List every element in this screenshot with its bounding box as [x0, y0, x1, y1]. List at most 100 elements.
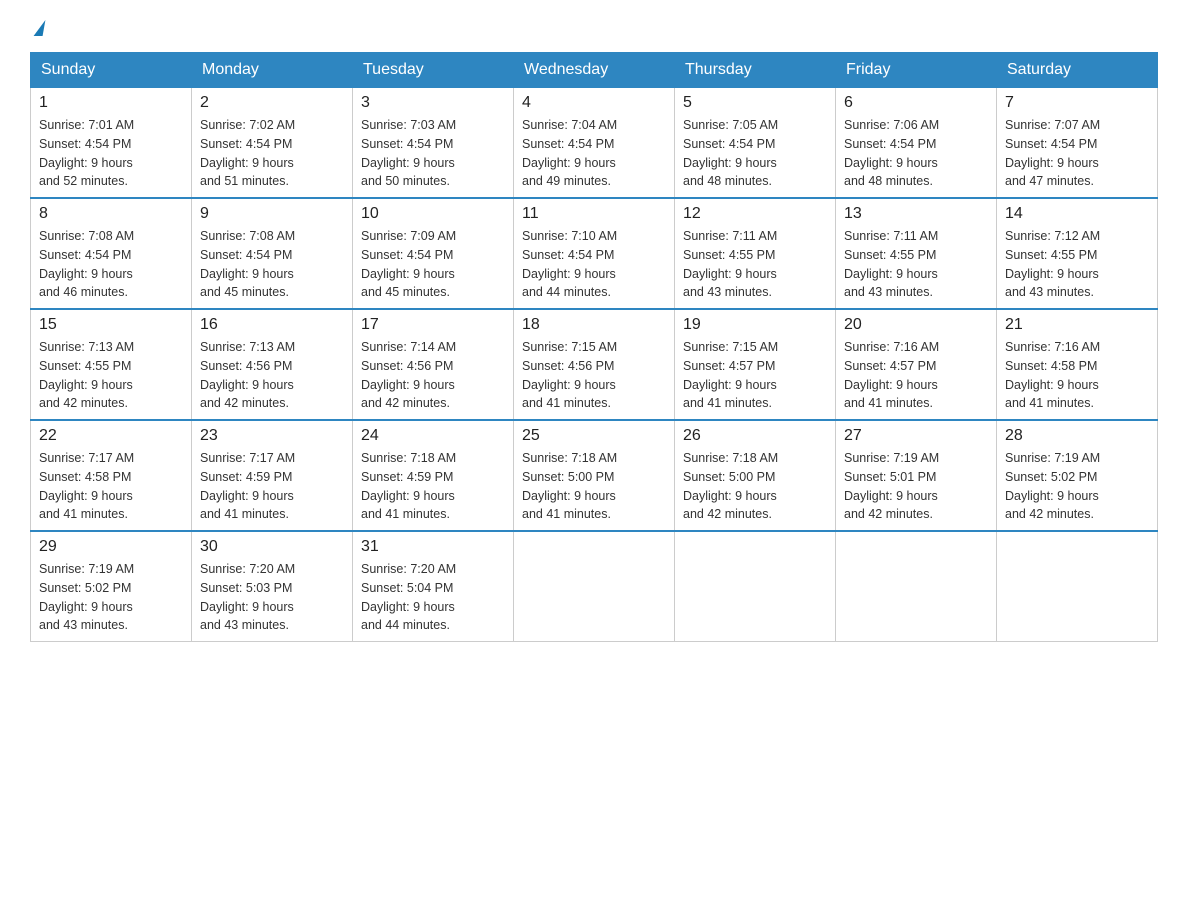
- day-number: 9: [200, 205, 344, 223]
- day-info: Sunrise: 7:14 AM Sunset: 4:56 PM Dayligh…: [361, 338, 505, 413]
- day-number: 12: [683, 205, 827, 223]
- day-number: 7: [1005, 94, 1149, 112]
- day-number: 16: [200, 316, 344, 334]
- calendar-cell: 1 Sunrise: 7:01 AM Sunset: 4:54 PM Dayli…: [31, 88, 192, 199]
- calendar-cell: 24 Sunrise: 7:18 AM Sunset: 4:59 PM Dayl…: [353, 420, 514, 531]
- calendar-cell: 21 Sunrise: 7:16 AM Sunset: 4:58 PM Dayl…: [997, 309, 1158, 420]
- day-number: 6: [844, 94, 988, 112]
- day-info: Sunrise: 7:18 AM Sunset: 4:59 PM Dayligh…: [361, 449, 505, 524]
- calendar-week-5: 29 Sunrise: 7:19 AM Sunset: 5:02 PM Dayl…: [31, 531, 1158, 642]
- day-info: Sunrise: 7:13 AM Sunset: 4:56 PM Dayligh…: [200, 338, 344, 413]
- day-number: 1: [39, 94, 183, 112]
- calendar-cell: 3 Sunrise: 7:03 AM Sunset: 4:54 PM Dayli…: [353, 88, 514, 199]
- day-info: Sunrise: 7:11 AM Sunset: 4:55 PM Dayligh…: [683, 227, 827, 302]
- calendar-cell: 12 Sunrise: 7:11 AM Sunset: 4:55 PM Dayl…: [675, 198, 836, 309]
- day-number: 25: [522, 427, 666, 445]
- day-number: 5: [683, 94, 827, 112]
- day-number: 17: [361, 316, 505, 334]
- calendar-week-1: 1 Sunrise: 7:01 AM Sunset: 4:54 PM Dayli…: [31, 88, 1158, 199]
- day-info: Sunrise: 7:18 AM Sunset: 5:00 PM Dayligh…: [522, 449, 666, 524]
- day-info: Sunrise: 7:07 AM Sunset: 4:54 PM Dayligh…: [1005, 116, 1149, 191]
- day-number: 31: [361, 538, 505, 556]
- day-number: 2: [200, 94, 344, 112]
- day-number: 28: [1005, 427, 1149, 445]
- day-number: 30: [200, 538, 344, 556]
- calendar-cell: 19 Sunrise: 7:15 AM Sunset: 4:57 PM Dayl…: [675, 309, 836, 420]
- calendar-cell: [675, 531, 836, 642]
- day-info: Sunrise: 7:20 AM Sunset: 5:03 PM Dayligh…: [200, 560, 344, 635]
- calendar-week-2: 8 Sunrise: 7:08 AM Sunset: 4:54 PM Dayli…: [31, 198, 1158, 309]
- calendar-cell: 16 Sunrise: 7:13 AM Sunset: 4:56 PM Dayl…: [192, 309, 353, 420]
- calendar-cell: [997, 531, 1158, 642]
- calendar-cell: 15 Sunrise: 7:13 AM Sunset: 4:55 PM Dayl…: [31, 309, 192, 420]
- calendar-cell: 11 Sunrise: 7:10 AM Sunset: 4:54 PM Dayl…: [514, 198, 675, 309]
- calendar-cell: 18 Sunrise: 7:15 AM Sunset: 4:56 PM Dayl…: [514, 309, 675, 420]
- day-info: Sunrise: 7:13 AM Sunset: 4:55 PM Dayligh…: [39, 338, 183, 413]
- day-info: Sunrise: 7:04 AM Sunset: 4:54 PM Dayligh…: [522, 116, 666, 191]
- day-info: Sunrise: 7:16 AM Sunset: 4:58 PM Dayligh…: [1005, 338, 1149, 413]
- day-number: 15: [39, 316, 183, 334]
- calendar-cell: 9 Sunrise: 7:08 AM Sunset: 4:54 PM Dayli…: [192, 198, 353, 309]
- day-info: Sunrise: 7:18 AM Sunset: 5:00 PM Dayligh…: [683, 449, 827, 524]
- calendar-cell: 4 Sunrise: 7:04 AM Sunset: 4:54 PM Dayli…: [514, 88, 675, 199]
- day-info: Sunrise: 7:20 AM Sunset: 5:04 PM Dayligh…: [361, 560, 505, 635]
- calendar-cell: 25 Sunrise: 7:18 AM Sunset: 5:00 PM Dayl…: [514, 420, 675, 531]
- calendar-cell: 23 Sunrise: 7:17 AM Sunset: 4:59 PM Dayl…: [192, 420, 353, 531]
- day-number: 14: [1005, 205, 1149, 223]
- day-info: Sunrise: 7:01 AM Sunset: 4:54 PM Dayligh…: [39, 116, 183, 191]
- calendar-cell: 20 Sunrise: 7:16 AM Sunset: 4:57 PM Dayl…: [836, 309, 997, 420]
- calendar-dow-tuesday: Tuesday: [353, 53, 514, 88]
- calendar-header-row: SundayMondayTuesdayWednesdayThursdayFrid…: [31, 53, 1158, 88]
- calendar-cell: 2 Sunrise: 7:02 AM Sunset: 4:54 PM Dayli…: [192, 88, 353, 199]
- day-number: 26: [683, 427, 827, 445]
- day-number: 23: [200, 427, 344, 445]
- calendar-cell: 26 Sunrise: 7:18 AM Sunset: 5:00 PM Dayl…: [675, 420, 836, 531]
- day-info: Sunrise: 7:16 AM Sunset: 4:57 PM Dayligh…: [844, 338, 988, 413]
- calendar-cell: [514, 531, 675, 642]
- calendar-cell: 8 Sunrise: 7:08 AM Sunset: 4:54 PM Dayli…: [31, 198, 192, 309]
- calendar-dow-friday: Friday: [836, 53, 997, 88]
- calendar-week-3: 15 Sunrise: 7:13 AM Sunset: 4:55 PM Dayl…: [31, 309, 1158, 420]
- calendar-dow-wednesday: Wednesday: [514, 53, 675, 88]
- calendar-cell: 13 Sunrise: 7:11 AM Sunset: 4:55 PM Dayl…: [836, 198, 997, 309]
- calendar-cell: 7 Sunrise: 7:07 AM Sunset: 4:54 PM Dayli…: [997, 88, 1158, 199]
- day-number: 18: [522, 316, 666, 334]
- calendar-cell: 27 Sunrise: 7:19 AM Sunset: 5:01 PM Dayl…: [836, 420, 997, 531]
- day-number: 27: [844, 427, 988, 445]
- calendar-cell: [836, 531, 997, 642]
- day-info: Sunrise: 7:09 AM Sunset: 4:54 PM Dayligh…: [361, 227, 505, 302]
- calendar-dow-monday: Monday: [192, 53, 353, 88]
- calendar-cell: 31 Sunrise: 7:20 AM Sunset: 5:04 PM Dayl…: [353, 531, 514, 642]
- day-info: Sunrise: 7:19 AM Sunset: 5:02 PM Dayligh…: [1005, 449, 1149, 524]
- calendar-cell: 17 Sunrise: 7:14 AM Sunset: 4:56 PM Dayl…: [353, 309, 514, 420]
- day-info: Sunrise: 7:03 AM Sunset: 4:54 PM Dayligh…: [361, 116, 505, 191]
- day-number: 24: [361, 427, 505, 445]
- day-number: 8: [39, 205, 183, 223]
- day-info: Sunrise: 7:11 AM Sunset: 4:55 PM Dayligh…: [844, 227, 988, 302]
- day-info: Sunrise: 7:19 AM Sunset: 5:01 PM Dayligh…: [844, 449, 988, 524]
- calendar-cell: 5 Sunrise: 7:05 AM Sunset: 4:54 PM Dayli…: [675, 88, 836, 199]
- calendar-table: SundayMondayTuesdayWednesdayThursdayFrid…: [30, 52, 1158, 642]
- calendar-cell: 10 Sunrise: 7:09 AM Sunset: 4:54 PM Dayl…: [353, 198, 514, 309]
- calendar-cell: 6 Sunrise: 7:06 AM Sunset: 4:54 PM Dayli…: [836, 88, 997, 199]
- day-number: 3: [361, 94, 505, 112]
- day-number: 19: [683, 316, 827, 334]
- day-number: 29: [39, 538, 183, 556]
- day-number: 13: [844, 205, 988, 223]
- calendar-cell: 28 Sunrise: 7:19 AM Sunset: 5:02 PM Dayl…: [997, 420, 1158, 531]
- day-info: Sunrise: 7:17 AM Sunset: 4:59 PM Dayligh…: [200, 449, 344, 524]
- day-info: Sunrise: 7:08 AM Sunset: 4:54 PM Dayligh…: [200, 227, 344, 302]
- day-number: 11: [522, 205, 666, 223]
- day-number: 10: [361, 205, 505, 223]
- day-info: Sunrise: 7:10 AM Sunset: 4:54 PM Dayligh…: [522, 227, 666, 302]
- day-info: Sunrise: 7:08 AM Sunset: 4:54 PM Dayligh…: [39, 227, 183, 302]
- day-number: 4: [522, 94, 666, 112]
- calendar-week-4: 22 Sunrise: 7:17 AM Sunset: 4:58 PM Dayl…: [31, 420, 1158, 531]
- day-info: Sunrise: 7:19 AM Sunset: 5:02 PM Dayligh…: [39, 560, 183, 635]
- day-info: Sunrise: 7:17 AM Sunset: 4:58 PM Dayligh…: [39, 449, 183, 524]
- page-header: [30, 20, 1158, 32]
- day-info: Sunrise: 7:15 AM Sunset: 4:56 PM Dayligh…: [522, 338, 666, 413]
- calendar-cell: 30 Sunrise: 7:20 AM Sunset: 5:03 PM Dayl…: [192, 531, 353, 642]
- calendar-dow-saturday: Saturday: [997, 53, 1158, 88]
- day-info: Sunrise: 7:02 AM Sunset: 4:54 PM Dayligh…: [200, 116, 344, 191]
